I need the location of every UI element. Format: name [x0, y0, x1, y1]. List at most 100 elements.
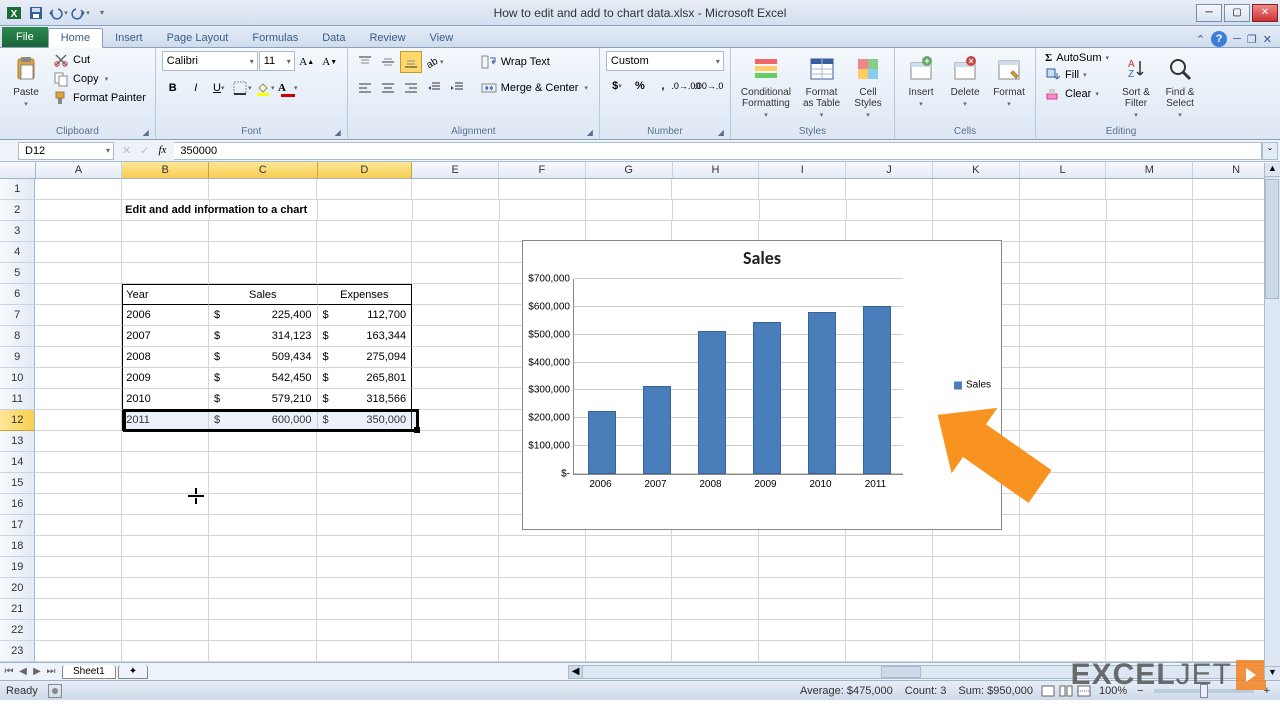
cell-M5[interactable]: [1106, 263, 1193, 284]
cell-A22[interactable]: [35, 620, 122, 641]
cell-A19[interactable]: [35, 557, 122, 578]
cell-C23[interactable]: [209, 641, 317, 662]
align-left-icon[interactable]: [354, 77, 376, 99]
cell-E16[interactable]: [412, 494, 499, 515]
cell-B20[interactable]: [122, 578, 209, 599]
cell-C18[interactable]: [209, 536, 317, 557]
cell-C7[interactable]: $225,400: [209, 305, 317, 326]
cell-A13[interactable]: [35, 431, 122, 452]
clear-button[interactable]: Clear▾: [1042, 85, 1112, 103]
cell-D11[interactable]: $318,566: [318, 389, 413, 410]
row-header-22[interactable]: 22: [0, 620, 35, 641]
cell-H19[interactable]: [672, 557, 759, 578]
cell-D8[interactable]: $163,344: [318, 326, 413, 347]
increase-indent-icon[interactable]: [446, 77, 468, 99]
cell-M19[interactable]: [1106, 557, 1193, 578]
row-header-18[interactable]: 18: [0, 536, 35, 557]
tab-home[interactable]: Home: [48, 28, 103, 48]
cell-M13[interactable]: [1106, 431, 1193, 452]
cell-A6[interactable]: [35, 284, 122, 305]
cell-D7[interactable]: $112,700: [318, 305, 413, 326]
excel-app-icon[interactable]: X: [4, 3, 24, 23]
cell-L3[interactable]: [1020, 221, 1107, 242]
wrap-text-button[interactable]: Wrap Text: [476, 51, 593, 73]
row-header-2[interactable]: 2: [0, 200, 35, 221]
formula-input[interactable]: 350000: [174, 142, 1262, 160]
column-header-D[interactable]: D: [318, 162, 413, 178]
row-header-3[interactable]: 3: [0, 221, 35, 242]
cell-A15[interactable]: [35, 473, 122, 494]
cell-A21[interactable]: [35, 599, 122, 620]
cell-A20[interactable]: [35, 578, 122, 599]
cell-E23[interactable]: [412, 641, 499, 662]
cell-C2[interactable]: [210, 200, 318, 221]
cell-E14[interactable]: [412, 452, 499, 473]
cell-B15[interactable]: [122, 473, 209, 494]
cell-A7[interactable]: [35, 305, 122, 326]
find-select-button[interactable]: Find & Select▾: [1160, 51, 1200, 121]
cell-L20[interactable]: [1020, 578, 1107, 599]
tab-formulas[interactable]: Formulas: [240, 29, 310, 47]
cell-M18[interactable]: [1106, 536, 1193, 557]
cell-F1[interactable]: [499, 179, 586, 200]
cell-M20[interactable]: [1106, 578, 1193, 599]
alignment-launcher-icon[interactable]: ◢: [587, 128, 593, 137]
cell-K23[interactable]: [933, 641, 1020, 662]
cell-J21[interactable]: [846, 599, 933, 620]
row-header-9[interactable]: 9: [0, 347, 35, 368]
cell-B6[interactable]: Year: [122, 284, 209, 305]
cell-I18[interactable]: [759, 536, 846, 557]
cell-L21[interactable]: [1020, 599, 1107, 620]
cell-D4[interactable]: [317, 242, 412, 263]
tab-insert[interactable]: Insert: [103, 29, 155, 47]
cell-G18[interactable]: [586, 536, 673, 557]
cell-F3[interactable]: [499, 221, 586, 242]
number-launcher-icon[interactable]: ◢: [718, 128, 724, 137]
next-sheet-icon[interactable]: ▶: [30, 666, 44, 677]
cell-D16[interactable]: [317, 494, 412, 515]
cell-I20[interactable]: [759, 578, 846, 599]
cell-C5[interactable]: [209, 263, 317, 284]
cell-E22[interactable]: [412, 620, 499, 641]
orientation-icon[interactable]: ab▾: [423, 51, 445, 73]
cell-F22[interactable]: [499, 620, 586, 641]
cell-L4[interactable]: [1020, 242, 1107, 263]
cell-K21[interactable]: [933, 599, 1020, 620]
cell-E9[interactable]: [412, 347, 499, 368]
cell-B18[interactable]: [122, 536, 209, 557]
cell-A1[interactable]: [35, 179, 122, 200]
cell-C13[interactable]: [209, 431, 317, 452]
format-as-table-button[interactable]: Format as Table▾: [799, 51, 844, 121]
cell-J18[interactable]: [846, 536, 933, 557]
align-right-icon[interactable]: [400, 77, 422, 99]
row-header-11[interactable]: 11: [0, 389, 35, 410]
cell-E13[interactable]: [412, 431, 499, 452]
cell-C14[interactable]: [209, 452, 317, 473]
cell-E2[interactable]: [413, 200, 500, 221]
cell-G3[interactable]: [586, 221, 673, 242]
cell-E10[interactable]: [412, 368, 499, 389]
cell-E7[interactable]: [412, 305, 499, 326]
font-name-combo[interactable]: Calibri: [162, 51, 258, 71]
cell-K22[interactable]: [933, 620, 1020, 641]
minimize-button[interactable]: ─: [1196, 4, 1222, 22]
cell-B5[interactable]: [122, 263, 209, 284]
help-icon[interactable]: ?: [1211, 31, 1227, 47]
cell-D1[interactable]: [317, 179, 412, 200]
cell-E11[interactable]: [412, 389, 499, 410]
cell-I3[interactable]: [759, 221, 846, 242]
cell-E18[interactable]: [412, 536, 499, 557]
conditional-formatting-button[interactable]: Conditional Formatting▾: [737, 51, 795, 121]
cell-F23[interactable]: [499, 641, 586, 662]
align-middle-icon[interactable]: [377, 51, 399, 73]
column-header-J[interactable]: J: [846, 162, 933, 178]
cell-E8[interactable]: [412, 326, 499, 347]
cell-D22[interactable]: [317, 620, 412, 641]
decrease-decimal-icon[interactable]: .00→.0: [698, 75, 720, 97]
redo-icon[interactable]: ▾: [70, 3, 90, 23]
cell-I19[interactable]: [759, 557, 846, 578]
cell-J1[interactable]: [846, 179, 933, 200]
cancel-formula-icon[interactable]: ✕: [118, 144, 135, 157]
cell-D17[interactable]: [317, 515, 412, 536]
fx-icon[interactable]: fx: [154, 144, 170, 157]
